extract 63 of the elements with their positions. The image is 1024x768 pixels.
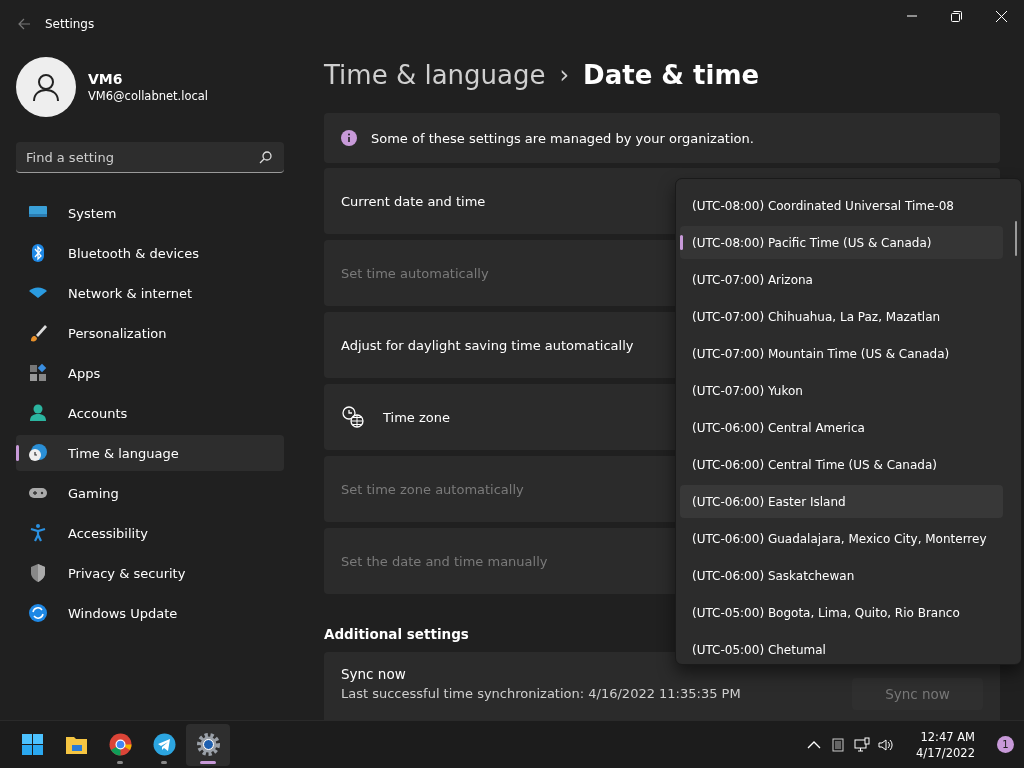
dropdown-option[interactable]: (UTC-08:00) Pacific Time (US & Canada) [680, 226, 1003, 259]
nav-item[interactable]: System [16, 195, 284, 231]
search-icon[interactable] [259, 151, 272, 164]
clock-globe-icon [341, 405, 365, 429]
setting-label: Set the date and time manually [341, 553, 548, 569]
person-icon [28, 403, 48, 423]
network-icon[interactable] [854, 736, 871, 753]
dropdown-option[interactable]: (UTC-06:00) Easter Island [680, 485, 1003, 518]
nav-item[interactable]: Accessibility [16, 515, 284, 551]
avatar[interactable] [16, 57, 76, 117]
window-title: Settings [45, 17, 95, 31]
nav-item[interactable]: Time & language [16, 435, 284, 471]
nav-item[interactable]: Personalization [16, 315, 284, 351]
setting-label: Sync now [341, 666, 407, 682]
user-name: VM6 [88, 71, 124, 87]
search-field[interactable]: Find a setting [16, 142, 284, 173]
setting-label: Adjust for daylight saving time automatically [341, 337, 634, 353]
scrollbar-thumb[interactable] [1015, 221, 1017, 256]
close-icon[interactable] [996, 10, 1007, 22]
shield-icon [28, 563, 48, 583]
info-icon [341, 130, 357, 146]
accessibility-icon [28, 523, 48, 543]
dropdown-option[interactable]: (UTC-08:00) Coordinated Universal Time-08 [680, 189, 1003, 222]
breadcrumb-separator: › [559, 61, 570, 89]
paper-plane-icon [151, 732, 177, 757]
taskbar-app[interactable] [186, 723, 230, 766]
setting-label: Current date and time [341, 193, 486, 209]
clock-date[interactable]: 4/17/2022 [916, 744, 975, 761]
update-icon [28, 603, 48, 623]
volume-icon[interactable] [878, 736, 895, 753]
nav-item[interactable]: Bluetooth & devices [16, 235, 284, 271]
start-icon [19, 732, 45, 757]
setting-label: Set time automatically [341, 265, 489, 281]
nav-item[interactable]: Apps [16, 355, 284, 391]
page-title: Date & time [583, 60, 760, 90]
apps-icon [28, 363, 48, 383]
section-heading: Additional settings [324, 626, 470, 642]
dropdown-option[interactable]: (UTC-07:00) Arizona [680, 263, 1003, 296]
nav-item[interactable]: Accounts [16, 395, 284, 431]
square-icon[interactable] [830, 736, 847, 753]
dropdown-option[interactable]: (UTC-06:00) Saskatchewan [680, 559, 1003, 592]
nav-item[interactable]: Gaming [16, 475, 284, 511]
dropdown-option[interactable]: (UTC-06:00) Central America [680, 411, 1003, 444]
gear-icon [195, 732, 221, 757]
dropdown-option[interactable]: (UTC-05:00) Chetumal [680, 633, 1003, 664]
nav-item[interactable]: Windows Update [16, 595, 284, 631]
notification-badge[interactable]: 1 [997, 736, 1014, 753]
dropdown-option[interactable]: (UTC-07:00) Mountain Time (US & Canada) [680, 337, 1003, 370]
clock-globe-icon [28, 443, 48, 463]
browser-icon [107, 732, 133, 757]
setting-description: Last successful time synchronization: 4/16/2022 11:35:35 PM [341, 686, 742, 701]
banner-text: Some of these settings are managed by your organization. [371, 130, 754, 146]
user-email: VM6@collabnet.local [88, 89, 209, 103]
nav-item[interactable]: Network & internet [16, 275, 284, 311]
restore-icon[interactable] [951, 10, 962, 22]
back-icon[interactable] [17, 17, 31, 31]
brush-icon [28, 323, 48, 343]
clock-time[interactable]: 12:47 AM [920, 728, 975, 745]
setting-label: Set time zone automatically [341, 481, 524, 497]
setting-label: Time zone [383, 409, 450, 425]
dropdown-option[interactable]: (UTC-05:00) Bogota, Lima, Quito, Rio Branco [680, 596, 1003, 629]
breadcrumb-link[interactable]: Time & language [324, 60, 546, 90]
nav-item[interactable]: Privacy & security [16, 555, 284, 591]
